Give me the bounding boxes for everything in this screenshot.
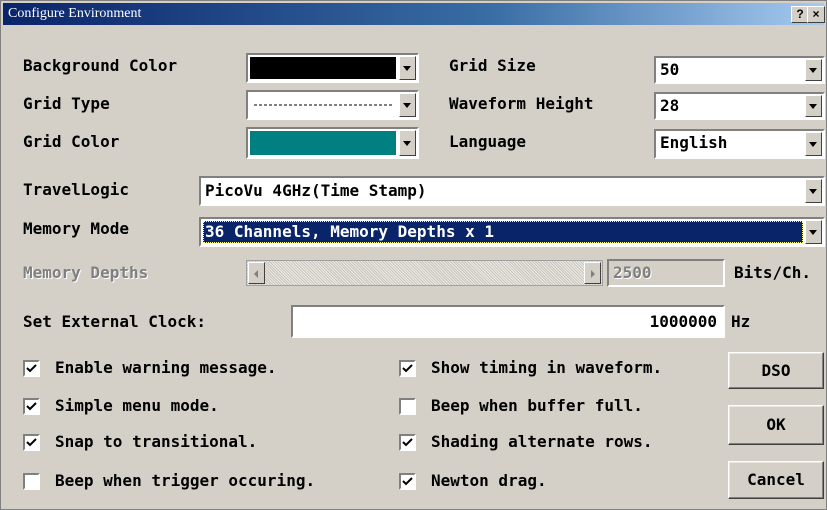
- option-label[interactable]: Show timing in waveform.: [431, 358, 662, 378]
- memory-depths-value: 2500: [613, 263, 652, 282]
- background-color-swatch: [250, 57, 396, 79]
- title-bar[interactable]: Configure Environment ? ×: [3, 3, 825, 25]
- memory-depths-label: Memory Depths: [23, 263, 149, 282]
- waveform-height-label: Waveform Height: [449, 94, 594, 113]
- option-label[interactable]: Simple menu mode.: [55, 396, 219, 416]
- external-clock-input[interactable]: 1000000: [291, 305, 725, 338]
- grid-size-label: Grid Size: [449, 56, 536, 75]
- memory-depths-slider[interactable]: [246, 260, 603, 286]
- background-color-select[interactable]: [246, 53, 419, 83]
- scroll-right-button[interactable]: [584, 262, 601, 284]
- chevron-down-icon[interactable]: [805, 95, 822, 117]
- checkmark-icon: [26, 438, 37, 447]
- chevron-down-icon[interactable]: [399, 130, 416, 156]
- chevron-down-icon[interactable]: [399, 93, 416, 117]
- background-color-label: Background Color: [23, 56, 178, 75]
- checkmark-icon: [26, 402, 37, 411]
- chevron-down-icon[interactable]: [805, 132, 822, 156]
- chevron-down-icon[interactable]: [399, 56, 416, 80]
- option-label[interactable]: Beep when trigger occuring.: [55, 471, 315, 491]
- option-label[interactable]: Beep when buffer full.: [431, 396, 643, 416]
- option-label[interactable]: Shading alternate rows.: [431, 432, 653, 452]
- grid-color-select[interactable]: [246, 127, 419, 159]
- memory-mode-select[interactable]: 36 Channels, Memory Depths x 1: [199, 217, 825, 247]
- memory-depths-unit: Bits/Ch.: [734, 263, 812, 282]
- window-title: Configure Environment: [8, 6, 142, 21]
- chevron-down-icon[interactable]: [805, 179, 822, 203]
- chevron-down-icon[interactable]: [805, 220, 822, 244]
- ok-button[interactable]: OK: [728, 405, 824, 445]
- grid-type-select[interactable]: [246, 90, 419, 120]
- option-label[interactable]: Newton drag.: [431, 471, 547, 491]
- dso-button[interactable]: DSO: [728, 352, 824, 389]
- language-value: English: [660, 133, 728, 152]
- memory-mode-label: Memory Mode: [23, 219, 129, 238]
- configure-environment-dialog: Configure Environment ? × Background Col…: [0, 0, 827, 510]
- checkmark-icon: [26, 364, 37, 373]
- language-label: Language: [449, 132, 527, 151]
- travellogic-select[interactable]: PicoVu 4GHz(Time Stamp): [199, 176, 825, 206]
- memory-depths-field[interactable]: 2500: [607, 259, 725, 287]
- grid-color-label: Grid Color: [23, 132, 120, 151]
- option-checkbox[interactable]: [23, 473, 40, 490]
- arrow-left-icon: [254, 270, 258, 278]
- option-checkbox[interactable]: [399, 473, 416, 490]
- option-checkbox[interactable]: [23, 434, 40, 451]
- external-clock-value: 1000000: [649, 312, 717, 331]
- grid-type-label: Grid Type: [23, 94, 110, 113]
- option-label[interactable]: Enable warning message.: [55, 358, 277, 378]
- travellogic-value: PicoVu 4GHz(Time Stamp): [205, 181, 427, 200]
- grid-color-swatch: [250, 131, 396, 155]
- arrow-right-icon: [591, 270, 595, 278]
- external-clock-label: Set External Clock:: [23, 312, 207, 331]
- travellogic-label: TravelLogic: [23, 180, 129, 199]
- checkmark-icon: [402, 438, 413, 447]
- checkmark-icon: [402, 364, 413, 373]
- option-checkbox[interactable]: [399, 360, 416, 377]
- option-checkbox[interactable]: [23, 398, 40, 415]
- memory-mode-value: 36 Channels, Memory Depths x 1: [205, 222, 494, 241]
- option-checkbox[interactable]: [399, 398, 416, 415]
- cancel-button[interactable]: Cancel: [728, 461, 824, 499]
- grid-size-select[interactable]: 50: [654, 56, 825, 84]
- language-select[interactable]: English: [654, 129, 825, 159]
- external-clock-unit: Hz: [731, 312, 751, 331]
- checkmark-icon: [402, 477, 413, 486]
- dashed-line-pattern: [254, 104, 394, 106]
- option-label[interactable]: Snap to transitional.: [55, 432, 257, 452]
- chevron-down-icon[interactable]: [805, 59, 822, 81]
- scroll-left-button[interactable]: [248, 262, 265, 284]
- close-button[interactable]: ×: [807, 6, 825, 23]
- option-checkbox[interactable]: [399, 434, 416, 451]
- waveform-height-select[interactable]: 28: [654, 92, 825, 120]
- waveform-height-value: 28: [660, 96, 680, 115]
- grid-size-value: 50: [660, 60, 680, 79]
- option-checkbox[interactable]: [23, 360, 40, 377]
